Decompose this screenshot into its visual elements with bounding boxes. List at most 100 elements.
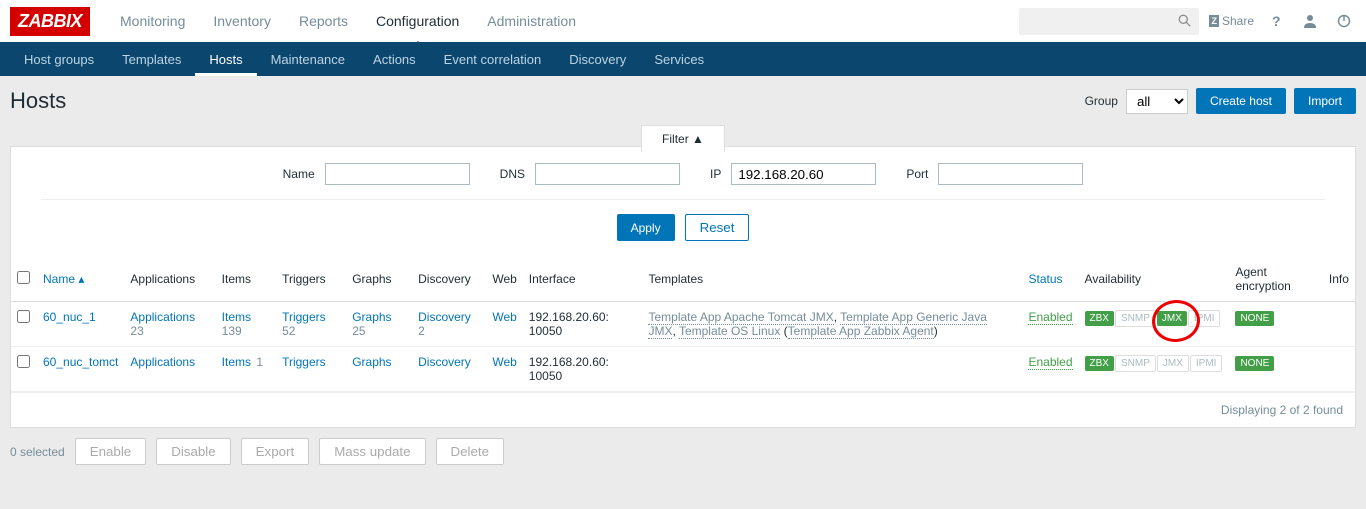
templates-cell (642, 347, 1022, 392)
row-checkbox[interactable] (17, 310, 30, 323)
avail-zbx: ZBX (1085, 311, 1114, 326)
nav-inventory[interactable]: Inventory (199, 1, 285, 41)
search-icon[interactable] (1178, 13, 1191, 27)
filter-ip-label: IP (710, 167, 721, 181)
graphs-count: 25 (352, 324, 365, 338)
bulk-enable-button[interactable]: Enable (75, 438, 147, 465)
graphs-link[interactable]: Graphs (352, 355, 391, 369)
discovery-link[interactable]: Discovery (418, 355, 471, 369)
table-row: 60_nuc_tomct Applications Items 1 Triggers… (11, 347, 1355, 392)
nav-configuration[interactable]: Configuration (362, 1, 473, 41)
bulk-delete-button[interactable]: Delete (436, 438, 505, 465)
graphs-link[interactable]: Graphs (352, 310, 391, 324)
applications-link[interactable]: Applications (130, 355, 195, 369)
bulk-mass-update-button[interactable]: Mass update (319, 438, 425, 465)
triggers-link[interactable]: Triggers (282, 355, 326, 369)
templates-cell: Template App Apache Tomcat JMX, Template… (642, 302, 1022, 347)
nav-reports[interactable]: Reports (285, 1, 362, 41)
bulk-disable-button[interactable]: Disable (156, 438, 230, 465)
filter-ip-input[interactable] (731, 163, 876, 185)
table-header-row: Name ▴ Applications Items Triggers Graph… (11, 257, 1355, 302)
col-templates: Templates (642, 257, 1022, 302)
applications-count: 23 (130, 324, 143, 338)
triggers-link[interactable]: Triggers (282, 310, 326, 324)
discovery-count: 2 (418, 324, 425, 338)
filter-tab-wrap: Filter ▲ (10, 126, 1356, 146)
group-select[interactable]: all (1126, 89, 1188, 114)
filter-dns-input[interactable] (535, 163, 680, 185)
subnav-discovery[interactable]: Discovery (555, 43, 640, 76)
col-items: Items (216, 257, 276, 302)
create-host-button[interactable]: Create host (1196, 88, 1286, 114)
subnav-templates[interactable]: Templates (108, 43, 195, 76)
user-icon[interactable] (1298, 9, 1322, 33)
topbar: ZABBIX Monitoring Inventory Reports Conf… (0, 0, 1366, 42)
help-icon[interactable]: ? (1264, 9, 1288, 33)
template-link[interactable]: Template OS Linux (679, 324, 780, 339)
filter-reset-button[interactable]: Reset (685, 214, 750, 241)
col-status[interactable]: Status (1028, 272, 1062, 286)
col-availability: Availability (1079, 257, 1230, 302)
row-checkbox[interactable] (17, 355, 30, 368)
filter-apply-button[interactable]: Apply (617, 214, 675, 241)
subnav-event-correlation[interactable]: Event correlation (430, 43, 556, 76)
group-label: Group (1085, 94, 1118, 108)
avail-zbx: ZBX (1085, 356, 1114, 371)
status-link[interactable]: Enabled (1028, 310, 1072, 325)
subnav: Host groups Templates Hosts Maintenance … (0, 42, 1366, 76)
filter-name-input[interactable] (325, 163, 470, 185)
select-all-checkbox[interactable] (17, 271, 30, 284)
filter-port-input[interactable] (938, 163, 1083, 185)
col-name[interactable]: Name ▴ (43, 272, 84, 286)
host-name-link[interactable]: 60_nuc_tomct (43, 355, 118, 369)
filter-card: Name DNS IP Port Apply Reset Name ▴ Appl… (10, 146, 1356, 428)
filter-toggle[interactable]: Filter ▲ (641, 125, 725, 152)
nav-monitoring[interactable]: Monitoring (106, 1, 199, 41)
applications-link[interactable]: Applications (130, 310, 195, 324)
items-link[interactable]: Items (222, 355, 251, 369)
power-icon[interactable] (1332, 9, 1356, 33)
page-header: Hosts Group all Create host Import (0, 76, 1366, 126)
filter-port-label: Port (906, 167, 928, 181)
avail-ipmi: IPMI (1188, 310, 1221, 327)
interface-cell: 192.168.20.60: 10050 (523, 302, 643, 347)
col-interface: Interface (523, 257, 643, 302)
svg-text:?: ? (1272, 13, 1281, 29)
logo[interactable]: ZABBIX (10, 7, 90, 36)
host-name-link[interactable]: 60_nuc_1 (43, 310, 96, 324)
info-cell (1323, 302, 1355, 347)
subnav-hosts[interactable]: Hosts (195, 43, 256, 76)
import-button[interactable]: Import (1294, 88, 1356, 114)
filter-name-label: Name (283, 167, 315, 181)
avail-jmx: JMX (1157, 311, 1187, 326)
status-link[interactable]: Enabled (1028, 355, 1072, 370)
avail-ipmi: IPMI (1190, 355, 1223, 372)
bulk-export-button[interactable]: Export (241, 438, 310, 465)
topright: ZShare ? (1019, 8, 1356, 35)
col-info: Info (1323, 257, 1355, 302)
items-count: 139 (222, 324, 242, 338)
table-row: 60_nuc_1 Applications 23 Items 139 Triggers… (11, 302, 1355, 347)
web-link[interactable]: Web (492, 310, 516, 324)
col-discovery: Discovery (412, 257, 486, 302)
triggers-count: 52 (282, 324, 295, 338)
page-title: Hosts (10, 88, 66, 114)
template-link[interactable]: Template App Zabbix Agent (788, 324, 934, 339)
filter-dns-label: DNS (500, 167, 525, 181)
share-label: Share (1222, 14, 1254, 28)
table-footer: Displaying 2 of 2 found (11, 392, 1355, 427)
nav-administration[interactable]: Administration (473, 1, 590, 41)
template-link[interactable]: Template App Apache Tomcat JMX (648, 310, 833, 325)
col-triggers: Triggers (276, 257, 346, 302)
subnav-services[interactable]: Services (640, 43, 718, 76)
encryption-badge: NONE (1235, 311, 1274, 326)
subnav-maintenance[interactable]: Maintenance (257, 43, 359, 76)
web-link[interactable]: Web (492, 355, 516, 369)
items-link[interactable]: Items (222, 310, 251, 324)
search-input[interactable] (1019, 8, 1199, 35)
subnav-hostgroups[interactable]: Host groups (10, 43, 108, 76)
discovery-link[interactable]: Discovery (418, 310, 471, 324)
col-web: Web (486, 257, 522, 302)
items-count: 1 (253, 355, 263, 369)
share-link[interactable]: ZShare (1209, 14, 1254, 28)
